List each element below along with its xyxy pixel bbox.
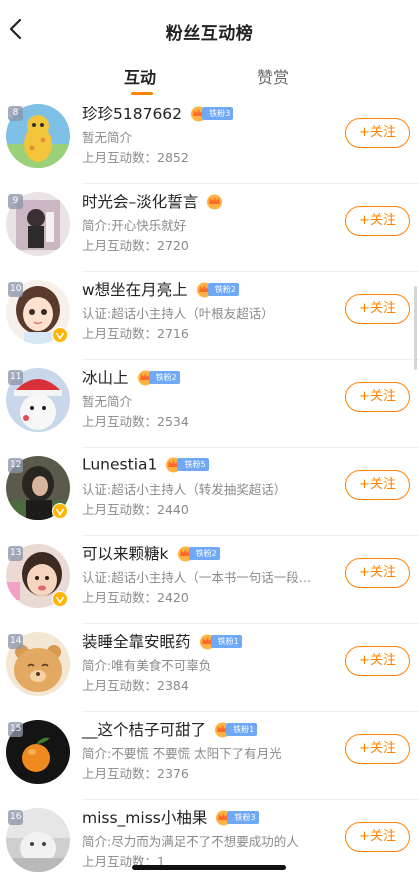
user-bio: 简介:尽力而为满足不了不想要成功的人	[82, 834, 299, 849]
tab-reward[interactable]: 赞赏	[257, 64, 289, 88]
list-item[interactable]: 14 装睡全靠安眠药 铁粉1 简介:唯有美食不可辜负 上月互动数：2384 +关…	[0, 624, 419, 712]
follow-button[interactable]: +关注	[345, 558, 410, 588]
rank-badge: 10	[8, 282, 24, 297]
list-item[interactable]: 8 珍珍5187662 铁粉3 暂无简介 上月互动数：2852 +关注	[0, 96, 419, 184]
verified-badge-icon	[52, 327, 68, 343]
username[interactable]: w想坐在月亮上	[82, 281, 188, 299]
user-bio: 认证:超话小主持人（叶根友超话）	[82, 306, 274, 321]
interaction-count: 上月互动数：2716	[82, 326, 189, 341]
username[interactable]: Lunestia1	[82, 456, 157, 474]
interaction-count: 上月互动数：2384	[82, 678, 189, 693]
follow-button[interactable]: +关注	[345, 822, 410, 852]
interaction-count: 上月互动数：2420	[82, 590, 189, 605]
crown-icon	[207, 194, 223, 209]
username[interactable]: 珍珍5187662	[82, 105, 182, 123]
top-bar: 粉丝互动榜	[0, 0, 419, 58]
username[interactable]: 可以来颗糖k	[82, 545, 168, 563]
list-item[interactable]: 13 可以来颗糖k 铁粉2 认证:超话小主持人（一本书一句话一段… 上月互动数：…	[0, 536, 419, 624]
fan-level-badge: 铁粉2	[188, 546, 220, 560]
interaction-count: 上月互动数：2852	[82, 150, 189, 165]
follow-button[interactable]: +关注	[345, 294, 410, 324]
verified-badge-icon	[52, 503, 68, 519]
username[interactable]: miss_miss小柚果	[82, 809, 207, 827]
user-bio: 认证:超话小主持人（转发抽奖超话）	[82, 482, 287, 497]
fan-level-badge: 铁粉3	[227, 810, 259, 824]
home-indicator[interactable]	[132, 865, 286, 870]
user-bio: 暂无简介	[82, 130, 133, 145]
active-tab-indicator	[131, 92, 153, 95]
user-bio: 认证:超话小主持人（一本书一句话一段…	[82, 570, 312, 585]
follow-button[interactable]: +关注	[345, 118, 410, 148]
page-title: 粉丝互动榜	[165, 24, 254, 44]
fan-level-badge: 铁粉5	[177, 458, 209, 471]
tab-interaction[interactable]: 互动	[124, 64, 156, 88]
interaction-count: 上月互动数：2534	[82, 414, 189, 429]
rank-badge: 9	[8, 194, 23, 209]
rank-badge: 14	[8, 634, 24, 649]
fan-level-badge: 铁粉2	[207, 282, 239, 296]
follow-button[interactable]: +关注	[345, 382, 410, 412]
rank-badge: 13	[8, 546, 24, 561]
user-bio: 简介:不要慌 不要慌 太阳下了有月光	[82, 746, 282, 761]
rank-badge: 15	[8, 722, 24, 737]
fan-level-badge: 铁粉2	[148, 370, 180, 384]
fan-level-badge: 铁粉1	[226, 722, 258, 736]
verified-badge-icon	[52, 591, 68, 607]
interaction-count: 上月互动数：2720	[82, 238, 189, 253]
user-bio: 简介:开心快乐就好	[82, 218, 187, 233]
fan-level-badge: 铁粉1	[210, 634, 242, 648]
user-bio: 暂无简介	[82, 394, 133, 409]
rank-badge: 16	[8, 810, 24, 825]
rank-badge: 8	[8, 106, 23, 121]
list-item[interactable]: 11 冰山上 铁粉2 暂无简介 上月互动数：2534 +关注	[0, 360, 419, 448]
username[interactable]: 冰山上	[82, 369, 129, 387]
follow-button[interactable]: +关注	[345, 734, 410, 764]
username[interactable]: 时光会–淡化誓言	[82, 193, 198, 211]
rank-badge: 12	[8, 458, 24, 473]
list-item[interactable]: 15 __这个桔子可甜了 铁粉1 简介:不要慌 不要慌 太阳下了有月光 上月互动…	[0, 712, 419, 800]
follow-button[interactable]: +关注	[345, 646, 410, 676]
user-bio: 简介:唯有美食不可辜负	[82, 658, 212, 673]
username[interactable]: 装睡全靠安眠药	[82, 633, 191, 651]
username[interactable]: __这个桔子可甜了	[82, 721, 206, 739]
list-item[interactable]: 10 w想坐在月亮上 铁粉2 认证:超话小主持人（叶根友超话） 上月互动数：27…	[0, 272, 419, 360]
interaction-count: 上月互动数：2376	[82, 766, 189, 781]
interaction-count: 上月互动数：2440	[82, 502, 189, 517]
rank-badge: 11	[8, 370, 24, 385]
list-item[interactable]: 9 时光会–淡化誓言 简介:开心快乐就好 上月互动数：2720 +关注	[0, 184, 419, 272]
scrollbar[interactable]	[414, 286, 417, 370]
fan-level-badge: 铁粉3	[202, 106, 234, 120]
follow-button[interactable]: +关注	[345, 206, 410, 236]
tab-bar: 互动 赞赏	[0, 58, 419, 96]
follow-button[interactable]: +关注	[345, 470, 410, 500]
list-item[interactable]: 12 Lunestia1 铁粉5 认证:超话小主持人（转发抽奖超话） 上月互动数…	[0, 448, 419, 536]
